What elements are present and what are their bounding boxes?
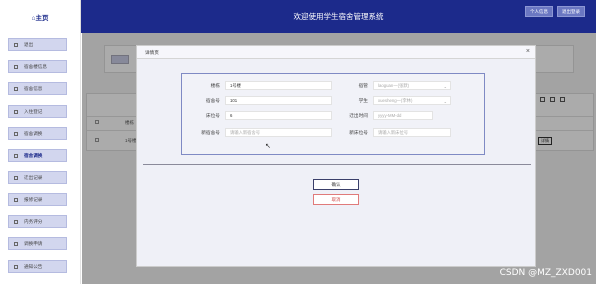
- dorm-admin-placeholder: laoguan一(张默): [378, 82, 410, 88]
- sidebar-item-exit[interactable]: 退出: [8, 38, 67, 51]
- sidebar-item-building[interactable]: 宿舍楼信息: [8, 60, 67, 73]
- logout-button[interactable]: 退出登录: [557, 6, 585, 17]
- app-header: ⌂主页 欢迎使用学生宿舍管理系统 个人信息 退出登录: [0, 0, 596, 33]
- sidebar-item-label: 内务评分: [24, 218, 43, 224]
- building-icon: [14, 64, 18, 69]
- sidebar-item-moveout[interactable]: 迁出记录: [8, 171, 67, 184]
- notice-icon: [14, 264, 18, 269]
- swap-icon: [14, 153, 18, 158]
- modal-divider: [143, 164, 531, 165]
- chevron-down-icon: ⌄: [443, 99, 447, 104]
- sidebar-item-label: 宿舍信息: [24, 85, 43, 91]
- student-placeholder: xuesheng一(李林): [378, 97, 413, 103]
- modal-header: 详情页 ×: [137, 46, 535, 59]
- top-bar: 欢迎使用学生宿舍管理系统 个人信息 退出登录: [81, 0, 596, 33]
- profile-button[interactable]: 个人信息: [525, 6, 553, 17]
- sidebar-item-repair[interactable]: 报修记录: [8, 193, 67, 206]
- sidebar-item-label: 迁出记录: [24, 174, 43, 180]
- dorm-admin-label: 宿管: [358, 83, 368, 88]
- home-link[interactable]: ⌂主页: [0, 0, 81, 33]
- student-label: 学生: [358, 98, 368, 103]
- building-label: 楼栋: [210, 83, 220, 88]
- swap-icon: [14, 131, 18, 136]
- move-time-label: 迁出时间: [349, 113, 368, 118]
- modal-title: 详情页: [145, 50, 159, 55]
- top-buttons: 个人信息 退出登录: [525, 6, 585, 17]
- confirm-button[interactable]: 确认: [313, 179, 359, 190]
- sidebar-item-score[interactable]: 内务评分: [8, 215, 67, 228]
- sidebar-item-room[interactable]: 宿舍信息: [8, 82, 67, 95]
- repair-icon: [14, 197, 18, 202]
- apply-icon: [14, 241, 18, 246]
- sidebar-item-label: 宿舍调换: [24, 130, 43, 136]
- new-room-field[interactable]: 请输入新宿舍号: [225, 128, 332, 137]
- detail-form: 楼栋 1号楼 宿管 laoguan一(张默) ⌄ 宿舍号 101 学生 xues…: [181, 73, 485, 155]
- checkin-icon: [14, 109, 18, 114]
- room-field[interactable]: 101: [225, 96, 332, 105]
- detail-modal: 详情页 × 楼栋 1号楼 宿管 laoguan一(张默) ⌄ 宿舍号 101 学…: [136, 45, 536, 267]
- sidebar-item-label: 通知公告: [24, 263, 43, 269]
- room-label: 宿舍号: [205, 98, 220, 103]
- sidebar-item-swap-active[interactable]: 宿舍调换: [8, 149, 67, 162]
- sidebar-item-label: 退出: [24, 41, 34, 47]
- chevron-down-icon: ⌄: [443, 84, 447, 89]
- bed-field[interactable]: 6: [225, 111, 332, 120]
- sidebar-item-notice[interactable]: 通知公告: [8, 260, 67, 273]
- close-icon[interactable]: ×: [526, 48, 530, 56]
- dorm-admin-select[interactable]: laoguan一(张默) ⌄: [373, 81, 451, 90]
- building-field[interactable]: 1号楼: [225, 81, 332, 90]
- sidebar-item-label: 调换申请: [24, 240, 43, 246]
- moveout-icon: [14, 175, 18, 180]
- cancel-button[interactable]: 取消: [313, 194, 359, 205]
- logout-icon: [14, 42, 18, 47]
- sidebar-item-label: 宿舍调换: [24, 152, 43, 158]
- new-bed-label: 新床位号: [349, 130, 368, 135]
- room-icon: [14, 86, 18, 91]
- system-title: 欢迎使用学生宿舍管理系统: [293, 12, 384, 21]
- sidebar-item-label: 入住登记: [24, 108, 43, 114]
- sidebar-item-label: 宿舍楼信息: [24, 63, 47, 69]
- mouse-cursor-icon: ↖: [265, 143, 271, 150]
- bed-label: 床位号: [205, 113, 220, 118]
- sidebar: 退出 宿舍楼信息 宿舍信息 入住登记 宿舍调换 宿舍调换 迁出记录 报修记录 内…: [0, 33, 81, 284]
- move-time-field[interactable]: yyyy-MM-dd: [373, 111, 433, 120]
- new-room-label: 新宿舍号: [201, 130, 220, 135]
- new-bed-field[interactable]: 请输入新床位号: [373, 128, 451, 137]
- student-select[interactable]: xuesheng一(李林) ⌄: [373, 96, 451, 105]
- sidebar-item-apply[interactable]: 调换申请: [8, 237, 67, 250]
- watermark: CSDN @MZ_ZXD001: [499, 268, 592, 278]
- sidebar-item-checkin[interactable]: 入住登记: [8, 105, 67, 118]
- sidebar-item-label: 报修记录: [24, 196, 43, 202]
- sidebar-item-swap-a[interactable]: 宿舍调换: [8, 127, 67, 140]
- score-icon: [14, 219, 18, 224]
